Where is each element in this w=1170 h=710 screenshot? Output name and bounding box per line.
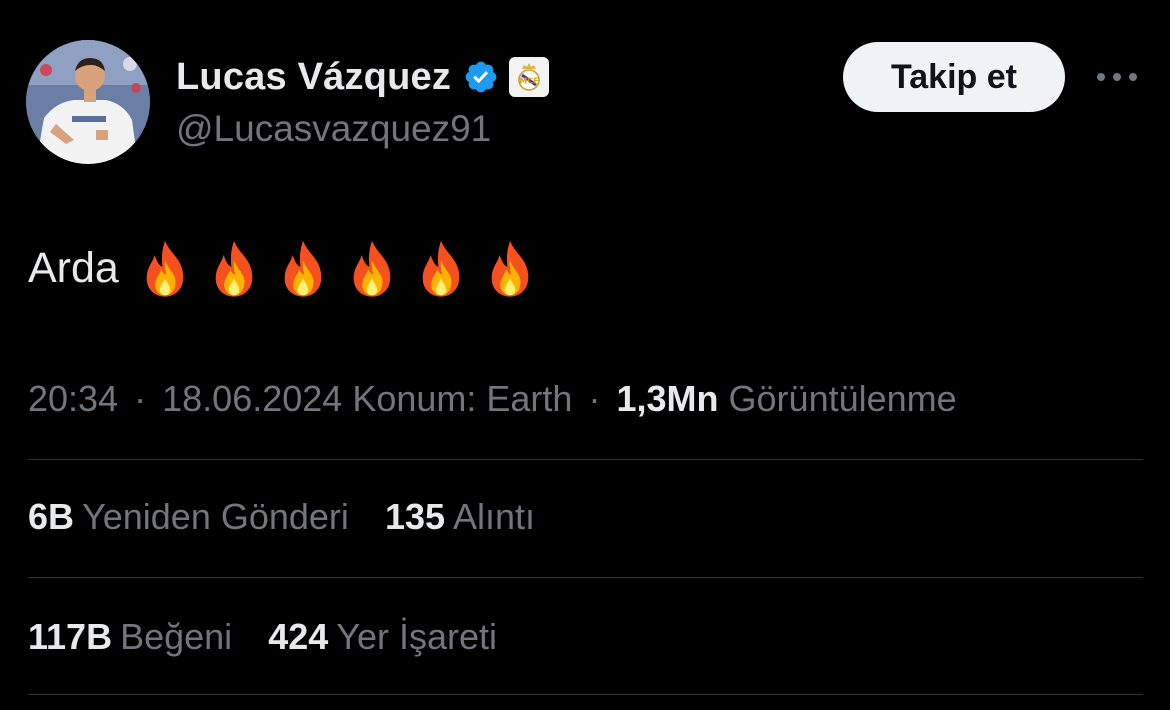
avatar[interactable] [26, 40, 150, 164]
real-madrid-crest-icon[interactable]: MCF [509, 57, 550, 97]
tweet-location: Konum: Earth [352, 378, 573, 419]
quotes-label: Alıntı [453, 496, 536, 537]
divider [28, 694, 1143, 695]
more-options-icon[interactable] [1092, 62, 1142, 92]
bookmarks-label: Yer İşareti [336, 616, 498, 657]
divider [28, 577, 1143, 578]
quotes-stat[interactable]: 135 Alıntı [385, 496, 535, 537]
likes-label: Beğeni [120, 616, 233, 657]
follow-button[interactable]: Takip et [843, 42, 1065, 112]
views-label: Görüntülenme [728, 378, 957, 419]
fire-emoji-icon [422, 240, 460, 297]
reposts-count: 6B [28, 496, 75, 537]
avatar-image [26, 40, 150, 164]
divider [28, 459, 1143, 460]
reposts-stat[interactable]: 6B Yeniden Gönderi [28, 496, 349, 537]
tweet-meta: 20:34 · 18.06.2024 Konum: Earth · 1,3Mn … [28, 378, 957, 420]
fire-emoji-icon [215, 240, 253, 297]
bookmarks-stat[interactable]: 424 Yer İşareti [268, 616, 497, 657]
author-handle[interactable]: @Lucasvazquez91 [176, 108, 491, 150]
verified-badge-icon [465, 61, 497, 93]
engagement-row: 117B Beğeni 424 Yer İşareti [28, 616, 523, 658]
fire-emoji-icon [284, 240, 322, 297]
bookmarks-count: 424 [268, 616, 329, 657]
likes-count: 117B [28, 616, 113, 657]
tweet-text: Arda [28, 243, 119, 292]
tweet-detail: Lucas Vázquez MCF @Lucasvazquez91 Takip … [0, 0, 1170, 710]
meta-separator: · [588, 378, 601, 419]
reposts-label: Yeniden Gönderi [82, 496, 349, 537]
fire-emoji-icon [491, 240, 529, 297]
tweet-time[interactable]: 20:34 [28, 378, 118, 419]
author-name-row: Lucas Vázquez MCF [176, 54, 550, 100]
fire-emoji-icon [146, 240, 184, 297]
engagement-row: 6B Yeniden Gönderi 135 Alıntı [28, 496, 561, 538]
fire-emoji-icon [353, 240, 391, 297]
views-count: 1,3Mn [616, 378, 719, 419]
author-display-name[interactable]: Lucas Vázquez [176, 56, 451, 99]
quotes-count: 135 [384, 496, 446, 537]
tweet-date[interactable]: 18.06.2024 [162, 378, 342, 419]
meta-separator: · [134, 378, 147, 419]
tweet-body: Arda [28, 238, 553, 298]
likes-stat[interactable]: 117B Beğeni [28, 616, 232, 657]
svg-text:MCF: MCF [519, 77, 538, 86]
